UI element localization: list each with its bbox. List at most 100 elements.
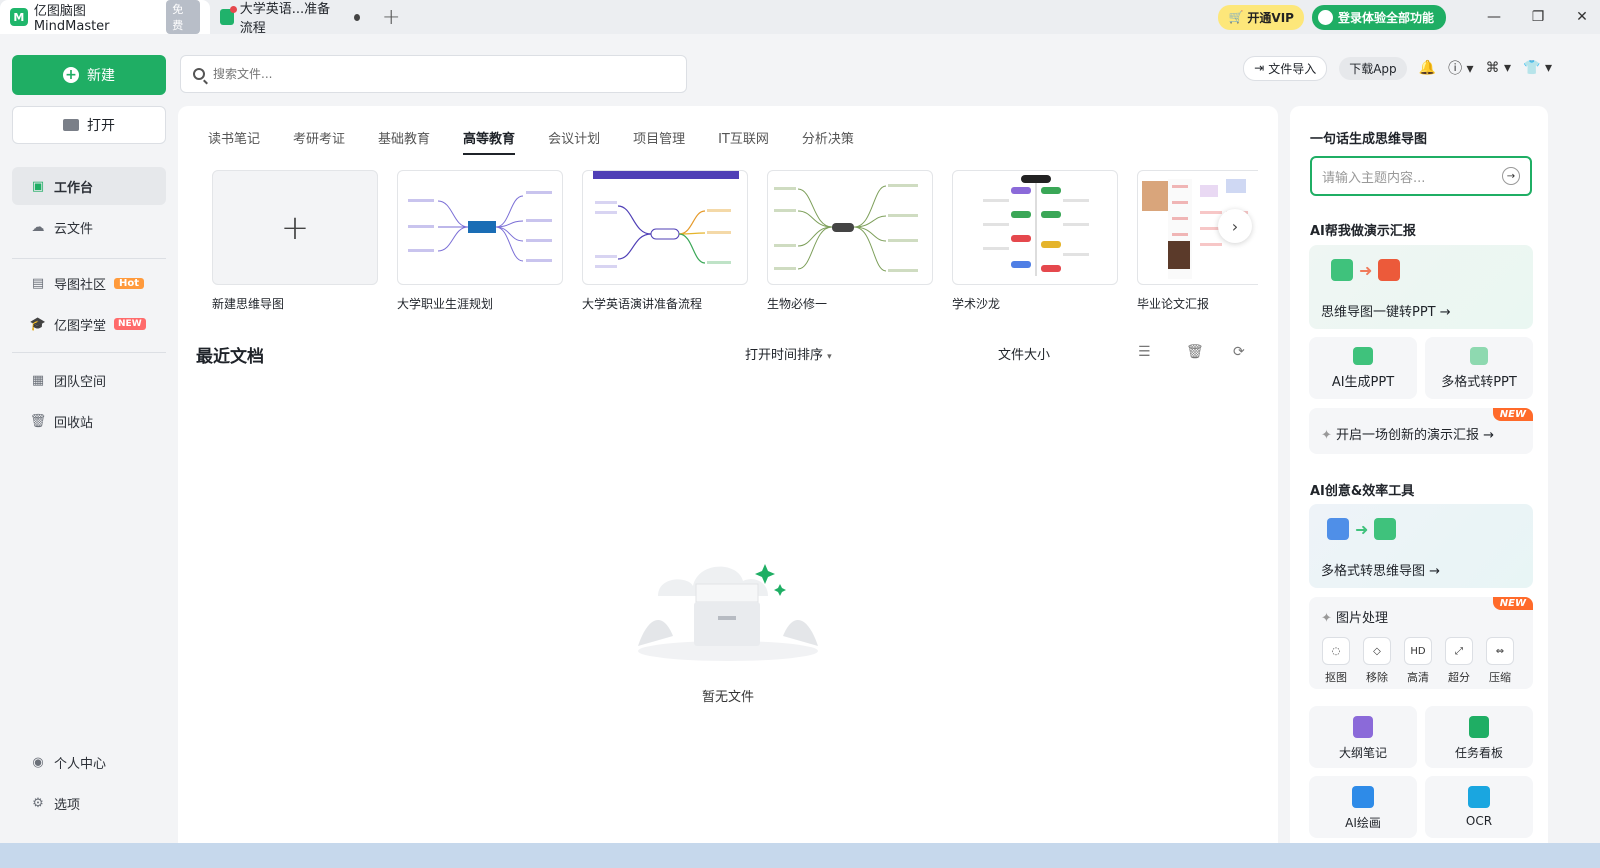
bell-icon[interactable]: 🔔	[1419, 60, 1436, 76]
template-card[interactable]: 生物必修一	[767, 170, 933, 320]
file-size-header[interactable]: 文件大小	[998, 344, 1050, 363]
app-home-tab[interactable]: M 亿图脑图MindMaster 免费	[0, 0, 210, 34]
template-card[interactable]: 学术沙龙	[952, 170, 1118, 320]
tab-meeting-plan[interactable]: 会议计划	[548, 128, 600, 155]
template-label: 生物必修一	[767, 297, 828, 311]
sidebar-item-academy[interactable]: 🎓 亿图学堂 NEW	[12, 305, 166, 343]
super-resolution-button[interactable]: ⤢ 超分	[1444, 637, 1474, 685]
mindmap-to-ppt-card[interactable]: ➜ 思维导图一键转PPT →	[1309, 245, 1533, 329]
login-button[interactable]: 登录体验全部功能	[1311, 4, 1446, 30]
download-app-button[interactable]: 下载App	[1339, 56, 1407, 80]
sidebar-item-label: 导图社区	[54, 277, 107, 293]
apps-grid-icon[interactable]: ⌘ ▾	[1486, 60, 1511, 76]
template-card[interactable]: 大学职业生涯规划	[397, 170, 563, 320]
sidebar-item-options[interactable]: ⚙ 选项	[12, 784, 166, 822]
skin-icon[interactable]: 👕 ▾	[1523, 60, 1552, 76]
trash-icon: 🗑	[29, 413, 47, 429]
left-sidebar: + 新建 打开 ▣ 工作台 ☁ 云文件 ▤ 导图社区 Hot 🎓 亿图学堂 NE…	[0, 34, 178, 868]
hd-button[interactable]: HD 高清	[1403, 637, 1433, 685]
sidebar-item-label: 选项	[54, 797, 81, 813]
mindmap-file-icon	[220, 6, 237, 25]
workbench-icon: ▣	[31, 178, 45, 194]
title-bar: M 亿图脑图MindMaster 免费 大学英语...准备流程 + 🛒 开通VI…	[0, 0, 1600, 36]
tab-analysis-decision[interactable]: 分析决策	[802, 128, 854, 155]
new-flag: NEW	[1492, 408, 1533, 421]
multi-format-ppt-label: 多格式转PPT	[1441, 375, 1517, 390]
template-thumbnail[interactable]	[582, 170, 748, 285]
template-thumbnail[interactable]	[767, 170, 933, 285]
topic-input[interactable]: 请输入主题内容... →	[1310, 156, 1532, 196]
sidebar-item-community[interactable]: ▤ 导图社区 Hot	[12, 264, 166, 302]
tab-basic-education[interactable]: 基础教育	[378, 128, 430, 155]
unsaved-dot-icon[interactable]	[353, 13, 360, 21]
sidebar-item-cloud-files[interactable]: ☁ 云文件	[12, 208, 166, 246]
minimize-icon[interactable]: —	[1476, 9, 1512, 25]
sidebar-item-label: 云文件	[54, 221, 94, 237]
template-thumbnail[interactable]	[397, 170, 563, 285]
upscale-icon: ⤢	[1445, 637, 1473, 665]
template-label: 学术沙龙	[952, 297, 1001, 311]
refresh-icon[interactable]: ⟳	[1233, 344, 1245, 360]
close-icon[interactable]: ✕	[1564, 9, 1600, 25]
hot-badge: Hot	[114, 277, 145, 289]
multi-format-to-mindmap-card[interactable]: ➜ 多格式转思维导图 →	[1309, 504, 1533, 588]
sidebar-item-team-space[interactable]: ▦ 团队空间	[12, 361, 166, 399]
sidebar-item-recycle-bin[interactable]: 🗑 回收站	[12, 402, 166, 440]
new-button[interactable]: + 新建	[12, 55, 166, 95]
mindmap-to-ppt-label: 思维导图一键转PPT →	[1321, 305, 1451, 320]
plus-circle-icon: +	[63, 67, 79, 83]
cutout-icon: ◌	[1322, 637, 1350, 665]
sidebar-item-label: 团队空间	[54, 374, 107, 390]
empty-state-text: 暂无文件	[701, 690, 754, 705]
document-tab[interactable]: 大学英语...准备流程	[210, 0, 370, 36]
remove-button[interactable]: ◇ 移除	[1362, 637, 1392, 685]
tab-reading-notes[interactable]: 读书笔记	[208, 128, 260, 155]
tab-it-internet[interactable]: IT互联网	[718, 128, 769, 155]
vip-button[interactable]: 🛒 开通VIP	[1218, 4, 1304, 30]
compress-button[interactable]: ⇔ 压缩	[1485, 637, 1515, 685]
template-card[interactable]: 毕业论文汇报	[1137, 170, 1258, 320]
sparkle-icon: ✦	[1321, 428, 1337, 443]
template-label: 毕业论文汇报	[1137, 297, 1210, 311]
start-presentation-card[interactable]: NEW ✦ 开启一场创新的演示汇报 →	[1309, 408, 1533, 454]
sidebar-item-profile[interactable]: ◉ 个人中心	[12, 743, 166, 781]
template-carousel: + 新建思维导图 大学职业生涯规划 大学英语演讲准备流程 生物必修一 学术沙龙 …	[212, 170, 1258, 320]
tab-exam-prep[interactable]: 考研考证	[293, 128, 345, 155]
help-icon[interactable]: ⓘ ▾	[1448, 58, 1473, 78]
tab-higher-education[interactable]: 高等教育	[463, 128, 516, 155]
trash-icon[interactable]: 🗑	[1186, 344, 1204, 360]
ocr-label: OCR	[1465, 814, 1493, 828]
sparkle-icon: ✦	[1321, 611, 1337, 626]
ai-ppt-button[interactable]: AI生成PPT	[1309, 337, 1417, 399]
template-card[interactable]: + 新建思维导图	[212, 170, 378, 320]
search-bar[interactable]	[180, 55, 687, 93]
task-board-button[interactable]: 任务看板	[1425, 706, 1533, 768]
outline-note-button[interactable]: 大纲笔记	[1309, 706, 1417, 768]
sidebar-item-workbench[interactable]: ▣ 工作台	[12, 167, 166, 205]
open-button[interactable]: 打开	[12, 106, 166, 144]
tab-project-management[interactable]: 项目管理	[633, 128, 685, 155]
cart-icon: 🛒	[1228, 10, 1244, 24]
new-mindmap-plus-icon[interactable]: +	[212, 170, 378, 285]
format-convert-icon: ➜	[1327, 518, 1397, 540]
template-thumbnail[interactable]	[952, 170, 1118, 285]
top-actions: ⇥ 文件导入 下载App 🔔 ⓘ ▾ ⌘ ▾ 👕 ▾	[1243, 55, 1552, 81]
cutout-button[interactable]: ◌ 抠图	[1321, 637, 1351, 685]
community-icon: ▤	[31, 275, 45, 291]
ocr-button[interactable]: OCR	[1425, 776, 1533, 838]
chevron-right-icon[interactable]: ›	[1218, 209, 1252, 243]
new-tab-plus-icon[interactable]: +	[370, 5, 412, 30]
list-view-icon[interactable]: ☰	[1138, 344, 1151, 360]
ai-drawing-button[interactable]: AI绘画	[1309, 776, 1417, 838]
sort-dropdown[interactable]: 打开时间排序 ▾	[745, 344, 832, 363]
file-import-button[interactable]: ⇥ 文件导入	[1243, 55, 1328, 81]
image-tools-row: ◌ 抠图 ◇ 移除 HD 高清 ⤢ 超分 ⇔ 压缩	[1321, 637, 1515, 685]
user-icon: ◉	[32, 754, 44, 770]
search-input[interactable]	[213, 67, 653, 81]
template-card[interactable]: 大学英语演讲准备流程	[582, 170, 748, 320]
ocr-icon	[1468, 786, 1490, 808]
maximize-icon[interactable]: ❐	[1520, 9, 1556, 25]
multi-format-ppt-icon	[1470, 347, 1488, 365]
arrow-right-icon[interactable]: →	[1502, 167, 1520, 185]
multi-format-ppt-button[interactable]: 多格式转PPT	[1425, 337, 1533, 399]
